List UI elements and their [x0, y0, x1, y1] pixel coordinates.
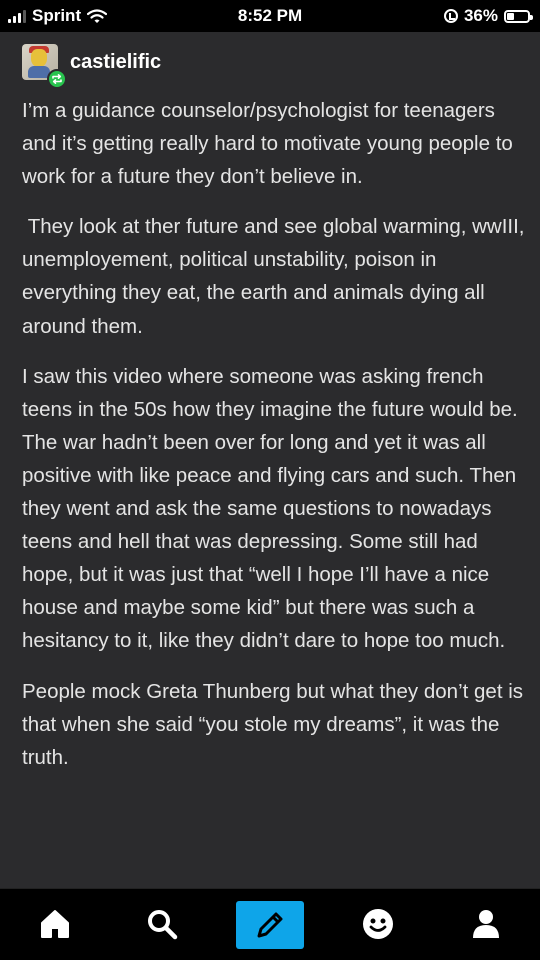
- account-icon: [473, 910, 499, 938]
- compose-icon: [257, 912, 283, 938]
- post-header: castielific: [22, 44, 161, 89]
- post-paragraph: I saw this video where someone was askin…: [22, 364, 518, 653]
- tab-activity[interactable]: [350, 899, 406, 949]
- avatar[interactable]: [22, 44, 67, 89]
- reblog-icon: [47, 69, 67, 89]
- rotation-lock-icon: [443, 9, 458, 23]
- post-card: castielific I’m a guidance counselor/psy…: [0, 32, 540, 888]
- home-icon: [41, 910, 69, 938]
- battery-fill: [507, 12, 515, 20]
- status-bar: Sprint 8:52 PM 36%: [0, 0, 540, 32]
- post-paragraph: I’m a guidance counselor/psychologist fo…: [22, 99, 513, 189]
- tab-search[interactable]: [134, 899, 190, 949]
- battery-icon: [504, 9, 533, 23]
- tab-compose[interactable]: [236, 901, 304, 949]
- battery-indicator: 36%: [443, 6, 533, 26]
- activity-icon: [363, 909, 393, 939]
- tab-home[interactable]: [27, 899, 83, 949]
- post-paragraph: They look at ther future and see global …: [22, 215, 525, 338]
- username[interactable]: castielific: [70, 51, 161, 74]
- search-icon: [148, 910, 178, 940]
- tab-account[interactable]: [458, 899, 514, 949]
- avatar-face: [31, 49, 47, 67]
- tab-bar: [0, 888, 540, 960]
- battery-percent: 36%: [463, 6, 498, 25]
- post-body: I’m a guidance counselor/psychologist fo…: [22, 94, 528, 791]
- post-paragraph: People mock Greta Thunberg but what they…: [22, 679, 524, 769]
